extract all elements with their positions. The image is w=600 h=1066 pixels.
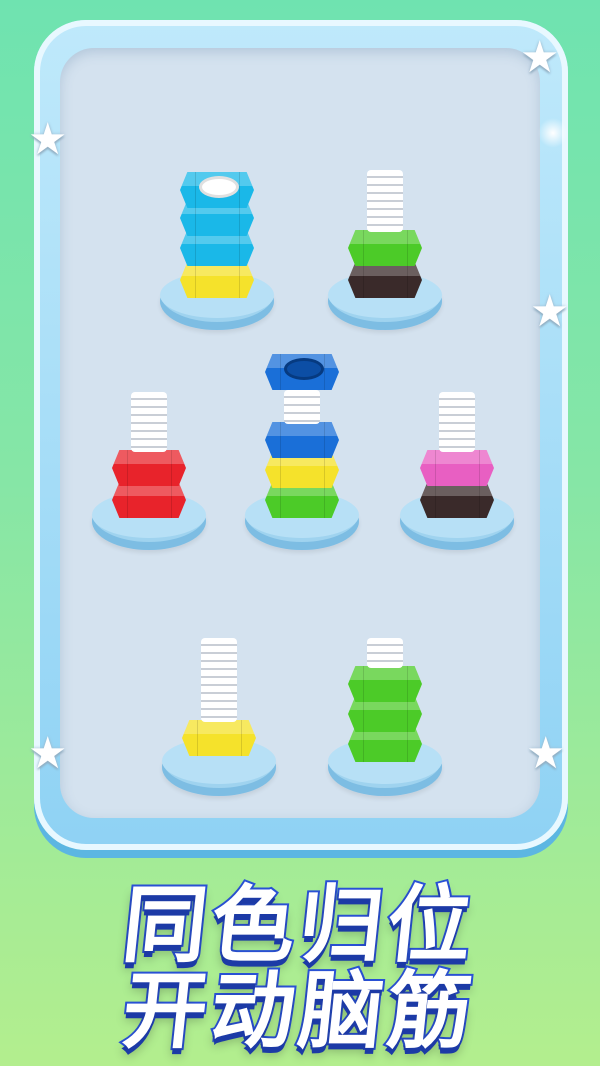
- bolt-thread: [201, 638, 237, 722]
- nut-dark-brown[interactable]: [348, 262, 422, 298]
- nut-blue[interactable]: [265, 422, 339, 458]
- peg-bottom-left[interactable]: [162, 638, 276, 808]
- nut-pink[interactable]: [420, 450, 494, 486]
- bolt-hole: [284, 358, 324, 380]
- promo-title-line2-text: 开动脑筋: [116, 960, 482, 1062]
- nut-red[interactable]: [112, 482, 186, 518]
- peg-middle-center[interactable]: [245, 350, 359, 562]
- peg-top-left[interactable]: [160, 170, 274, 340]
- nut-red[interactable]: [112, 450, 186, 486]
- bolt-thread: [439, 392, 475, 452]
- bolt-thread: [367, 638, 403, 668]
- bolt-thread: [131, 392, 167, 452]
- star-icon: ★: [520, 32, 560, 83]
- peg-top-right[interactable]: [328, 170, 442, 340]
- nut-yellow[interactable]: [180, 262, 254, 298]
- peg-middle-right[interactable]: [400, 392, 514, 562]
- star-icon: ★: [526, 728, 566, 779]
- nut-yellow[interactable]: [182, 720, 256, 756]
- bolt-thread: [367, 170, 403, 232]
- bolt-hole: [199, 176, 239, 198]
- peg-bottom-right[interactable]: [328, 638, 442, 808]
- peg-middle-left[interactable]: [92, 392, 206, 562]
- nut-dark-brown[interactable]: [420, 482, 494, 518]
- nut-green[interactable]: [348, 230, 422, 266]
- bolt-thread: [284, 390, 320, 424]
- star-icon: ★: [28, 728, 68, 779]
- nut-green[interactable]: [348, 666, 422, 702]
- star-icon: ★: [530, 286, 570, 337]
- star-icon: ★: [28, 114, 68, 165]
- sparkle-icon: [538, 118, 568, 148]
- promo-title-line2: 开动脑筋: [0, 944, 600, 1065]
